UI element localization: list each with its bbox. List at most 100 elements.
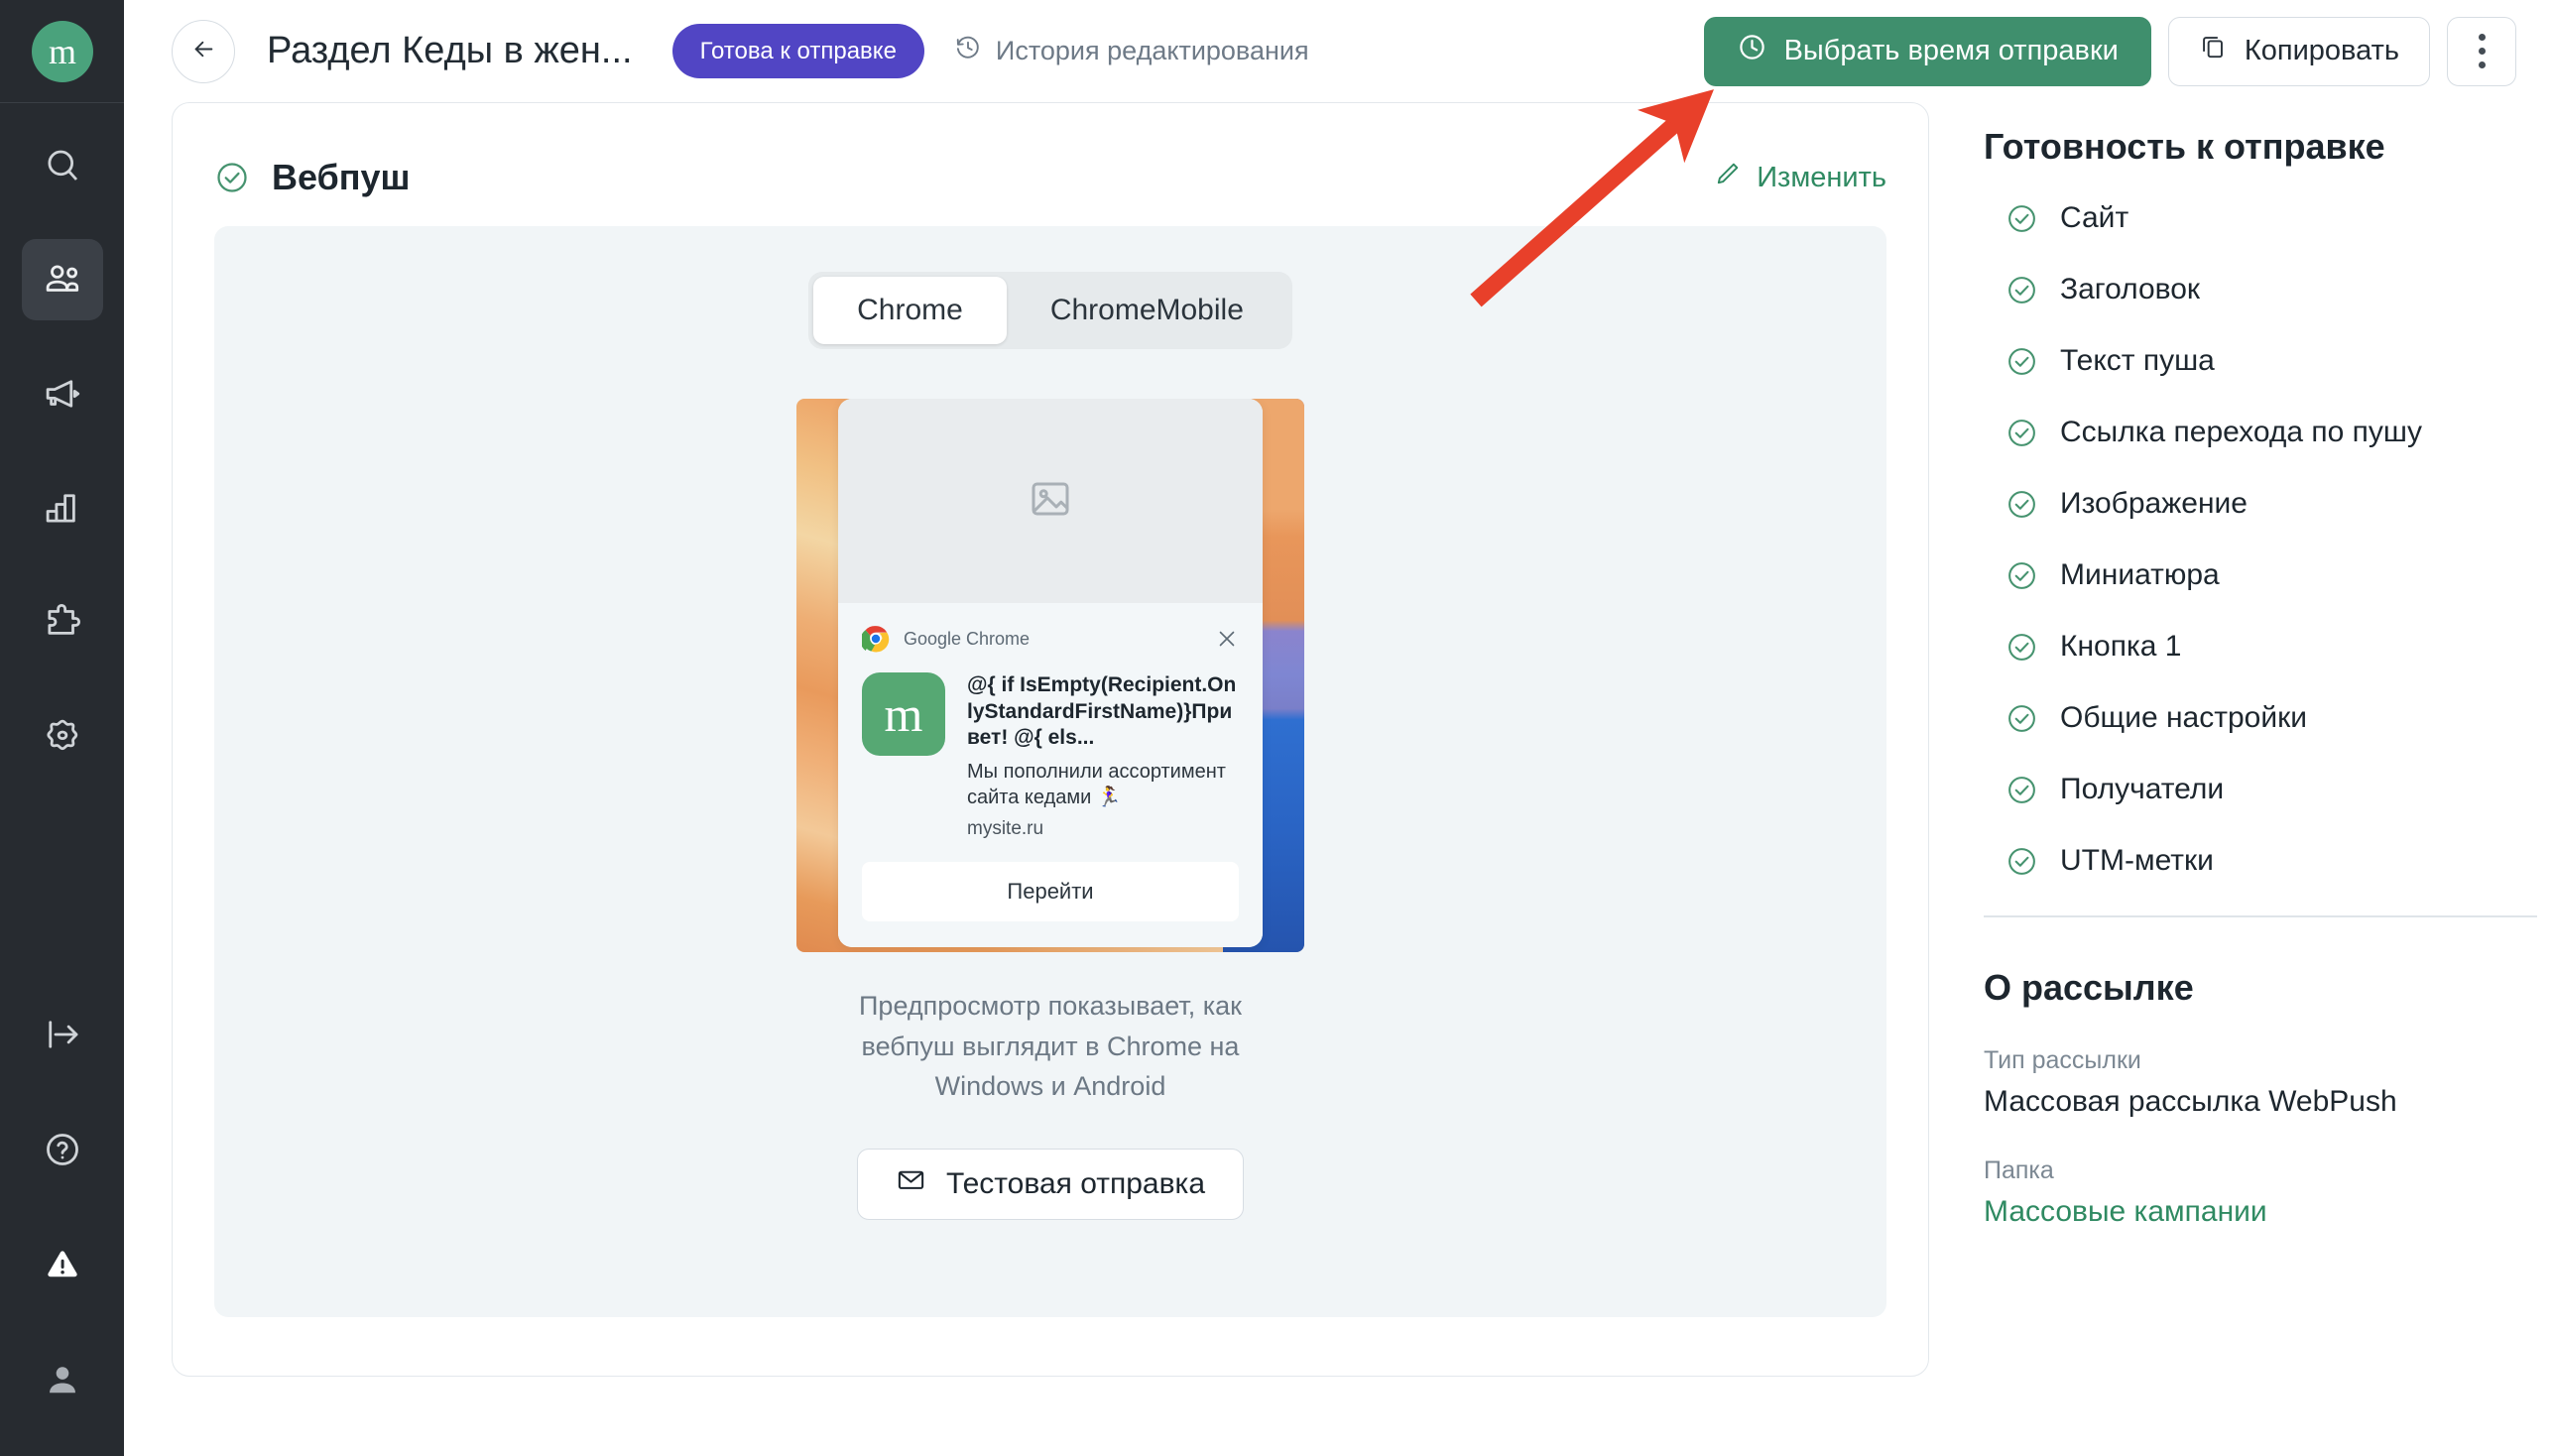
help-icon — [42, 1129, 83, 1170]
back-button[interactable] — [172, 19, 235, 83]
clock-icon — [1737, 32, 1767, 70]
about-title: О рассылке — [1984, 967, 2194, 1008]
check-circle-icon — [2006, 631, 2038, 664]
kebab-dot — [2478, 61, 2486, 68]
warning-icon — [42, 1244, 83, 1285]
sidebar-item-search[interactable] — [22, 125, 103, 206]
app-logo[interactable]: m — [31, 20, 93, 82]
webpush-card-header: Вебпуш Изменить — [173, 103, 1928, 212]
choose-send-time-button[interactable]: Выбрать время отправки — [1703, 16, 2151, 86]
list-item-label: Изображение — [2060, 487, 2248, 520]
rail-nav-items — [0, 103, 124, 809]
list-item: Кнопка 1 — [1984, 630, 2553, 664]
left-nav-rail: m — [0, 0, 124, 1456]
tab-chrome-mobile[interactable]: ChromeMobile — [1007, 277, 1287, 344]
list-item-label: Кнопка 1 — [2060, 630, 2182, 663]
push-notification-preview: Google Chrome m @{if IsEmpty(Recipient.… — [838, 399, 1263, 947]
preview-panel: Chrome ChromeMobile Google Chrome m @{i… — [214, 226, 1886, 1317]
search-icon — [42, 145, 83, 186]
check-circle-icon — [2006, 702, 2038, 735]
sidebar-item-account[interactable] — [22, 1339, 103, 1420]
puzzle-icon — [42, 601, 83, 643]
test-send-button[interactable]: Тестовая отправка — [856, 1148, 1245, 1220]
kebab-dot — [2478, 48, 2486, 55]
push-app-avatar: m — [862, 672, 945, 756]
list-item: Заголовок — [1984, 273, 2553, 306]
folder-label: Папка — [1984, 1156, 2054, 1184]
check-circle-icon — [2006, 274, 2038, 306]
sidebar-divider — [1984, 915, 2537, 917]
folder-value-link[interactable]: Массовые кампании — [1984, 1195, 2553, 1229]
content-area: Вебпуш Изменить Chrome ChromeMobile Goog… — [124, 102, 2553, 1377]
contacts-icon — [42, 259, 83, 301]
edit-history-label: История редактирования — [995, 36, 1309, 65]
close-icon[interactable] — [1215, 627, 1239, 651]
envelope-icon — [896, 1164, 926, 1203]
edit-webpush-link[interactable]: Изменить — [1713, 160, 1886, 196]
main-region: Раздел Кеды в жен... Готова к отправке И… — [124, 0, 2553, 1456]
check-circle-icon — [2006, 345, 2038, 378]
edit-history-link[interactable]: История редактирования — [954, 34, 1309, 68]
sidebar-item-campaigns[interactable] — [22, 353, 103, 434]
pencil-icon — [1713, 160, 1742, 196]
sidebar-item-integrations[interactable] — [22, 581, 103, 663]
info-sidebar: Готовность к отправке Сайт Заголовок Тек… — [1929, 102, 2553, 1377]
list-item: Текст пуша — [1984, 344, 2553, 378]
list-item: Общие настройки — [1984, 701, 2553, 735]
readiness-checklist: Сайт Заголовок Текст пуша Ссылка переход… — [1984, 201, 2553, 878]
push-texts: @{ if IsEmpty(Recipient.OnlyStandardFirs… — [967, 672, 1239, 840]
rail-bottom-items — [0, 994, 124, 1456]
copy-button[interactable]: Копировать — [2167, 16, 2430, 86]
clock-history-icon — [954, 34, 982, 68]
megaphone-icon — [42, 373, 83, 415]
list-item-label: Миниатюра — [2060, 558, 2220, 591]
sidebar-item-analytics[interactable] — [22, 467, 103, 548]
push-title: @{ if IsEmpty(Recipient.OnlyStandardFirs… — [967, 673, 1237, 750]
webpush-card: Вебпуш Изменить Chrome ChromeMobile Goog… — [172, 102, 1929, 1377]
arrow-left-icon — [190, 36, 217, 67]
platform-tabs: Chrome ChromeMobile — [808, 272, 1292, 349]
sidebar-item-settings[interactable] — [22, 695, 103, 777]
push-app-name: Google Chrome — [904, 628, 1031, 649]
page-title: Раздел Кеды в жен... — [267, 30, 633, 71]
list-item-label: Общие настройки — [2060, 701, 2307, 734]
list-item: Получатели — [1984, 773, 2553, 806]
list-item: Сайт — [1984, 201, 2553, 235]
list-item-label: UTM-метки — [2060, 844, 2214, 877]
webpush-card-title: Вебпуш — [272, 157, 411, 197]
readiness-title: Готовность к отправке — [1984, 126, 2385, 167]
copy-label: Копировать — [2244, 35, 2399, 66]
campaign-type-label: Тип рассылки — [1984, 1046, 2141, 1074]
push-action-button[interactable]: Перейти — [862, 861, 1239, 921]
list-item-label: Текст пуша — [2060, 344, 2215, 377]
push-app-row: Google Chrome — [860, 625, 1239, 653]
tab-chrome[interactable]: Chrome — [813, 277, 1007, 344]
list-item-label: Получатели — [2060, 773, 2225, 805]
copy-icon — [2199, 33, 2228, 69]
choose-send-time-label: Выбрать время отправки — [1783, 35, 2119, 66]
analytics-icon — [42, 487, 83, 529]
check-circle-icon — [2006, 845, 2038, 878]
image-placeholder-icon — [1027, 475, 1074, 528]
check-circle-icon — [2006, 417, 2038, 449]
sidebar-item-logout[interactable] — [22, 994, 103, 1075]
kebab-dot — [2478, 34, 2486, 41]
check-circle-icon — [2006, 774, 2038, 806]
more-actions-button[interactable] — [2447, 16, 2516, 86]
status-badge[interactable]: Готова к отправке — [671, 24, 924, 78]
logout-icon — [42, 1014, 83, 1055]
sidebar-item-alerts[interactable] — [22, 1224, 103, 1305]
list-item-label: Заголовок — [2060, 273, 2201, 305]
sidebar-item-contacts[interactable] — [21, 239, 103, 320]
push-url: mysite.ru — [967, 817, 1044, 839]
account-icon — [42, 1359, 83, 1400]
check-circle-icon — [2006, 488, 2038, 521]
push-main: m @{ if IsEmpty(Recipient.OnlyStandardFi… — [862, 672, 1239, 840]
list-item: Ссылка перехода по пушу — [1984, 416, 2553, 449]
push-text: Мы пополнили ассортимент сайта кедами 🏃‍… — [967, 760, 1226, 808]
list-item-label: Сайт — [2060, 201, 2129, 234]
sidebar-item-help[interactable] — [22, 1109, 103, 1190]
check-circle-icon — [2006, 559, 2038, 592]
preview-wallpaper: Google Chrome m @{if IsEmpty(Recipient.… — [796, 399, 1304, 952]
check-circle-icon — [214, 160, 250, 195]
